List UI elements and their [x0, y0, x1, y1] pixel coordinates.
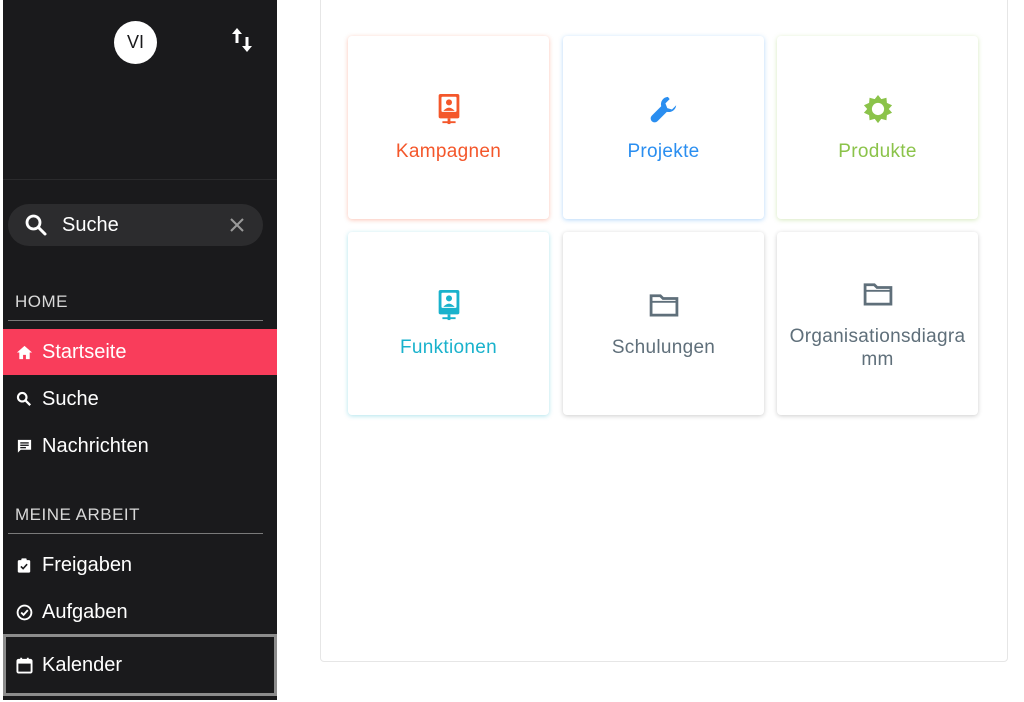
- tile-label: Funktionen: [399, 337, 497, 358]
- switch-arrows-icon[interactable]: [231, 26, 253, 54]
- clipboard-check-icon: [15, 556, 33, 574]
- nav-item-startseite[interactable]: Startseite: [3, 329, 277, 375]
- nav-label: Startseite: [42, 340, 127, 363]
- tile-kampagnen[interactable]: Kampagnen: [348, 36, 549, 219]
- sidebar-header: VI: [3, 0, 277, 180]
- nav-label: Aufgaben: [42, 600, 128, 623]
- folder-icon: [649, 288, 679, 322]
- tile-label: Kampagnen: [395, 141, 502, 162]
- tile-funktionen[interactable]: Funktionen: [348, 232, 549, 415]
- nav-label: Nachrichten: [42, 434, 149, 457]
- tile-label: Schulungen: [611, 337, 716, 358]
- tile-label: Produkte: [838, 141, 917, 162]
- search-icon: [15, 390, 33, 408]
- nav-label: Suche: [42, 387, 99, 410]
- search-input[interactable]: [62, 213, 212, 237]
- nav-item-kalender[interactable]: Kalender: [3, 634, 277, 696]
- message-icon: [15, 437, 33, 455]
- folder-icon: [863, 277, 893, 311]
- nav-label: Freigaben: [42, 553, 133, 576]
- nav-item-suche[interactable]: Suche: [3, 376, 277, 422]
- search-bar: [8, 204, 263, 246]
- check-circle-icon: [15, 603, 33, 621]
- divider: [8, 533, 263, 534]
- tile-projekte[interactable]: Projekte: [563, 36, 764, 219]
- home-icon: [15, 343, 33, 361]
- gear-icon: [863, 92, 893, 126]
- nav-item-aufgaben[interactable]: Aufgaben: [3, 589, 277, 635]
- tile-schulungen[interactable]: Schulungen: [563, 232, 764, 415]
- badge-icon: [434, 92, 464, 126]
- avatar[interactable]: VI: [114, 21, 157, 64]
- badge-icon: [434, 288, 464, 322]
- sidebar: VI HOME Startseite Suche N: [3, 0, 277, 700]
- close-icon[interactable]: [229, 217, 245, 233]
- tile-label: Projekte: [627, 141, 700, 162]
- section-title-work: MEINE ARBEIT: [15, 505, 141, 524]
- tile-organisationsdiagramm[interactable]: Organisationsdiagramm: [777, 232, 978, 415]
- tile-produkte[interactable]: Produkte: [777, 36, 978, 219]
- nav-item-freigaben[interactable]: Freigaben: [3, 542, 277, 588]
- nav-item-nachrichten[interactable]: Nachrichten: [3, 423, 277, 469]
- tile-label: Organisationsdiagramm: [789, 325, 966, 370]
- wrench-icon: [649, 92, 679, 126]
- calendar-icon: [15, 656, 33, 674]
- section-title-home: HOME: [15, 292, 68, 311]
- nav-label: Kalender: [42, 653, 123, 676]
- search-icon: [25, 214, 47, 236]
- divider: [8, 320, 263, 321]
